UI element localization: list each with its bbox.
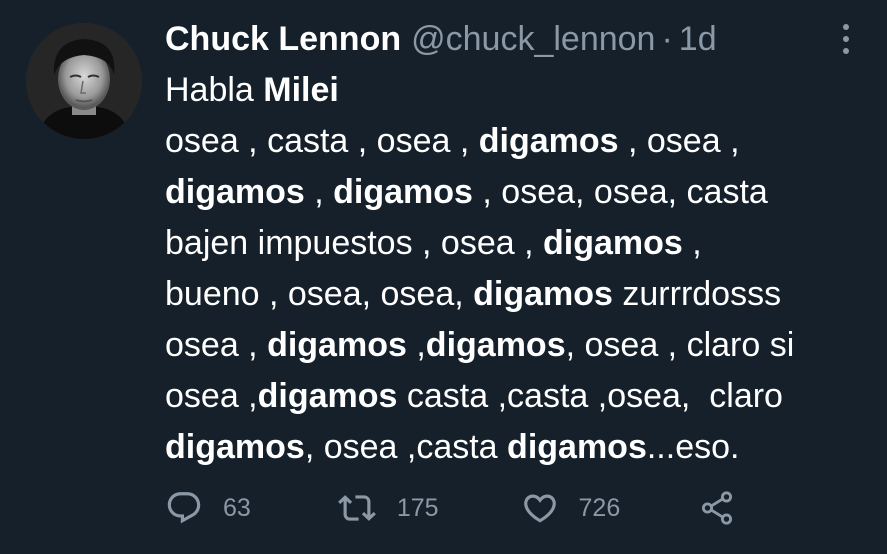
tweet-text-segment: osea ,: [165, 377, 258, 415]
tweet-text-line: digamos , digamos , osea, osea, casta: [165, 167, 865, 218]
more-dot: [843, 24, 849, 30]
tweet-text-bold: digamos: [473, 275, 613, 313]
tweet-text-segment: ,: [304, 173, 334, 211]
tweet-text-bold: digamos: [165, 173, 305, 211]
tweet[interactable]: Chuck Lennon @chuck_lennon · 1d Habla Mi…: [0, 0, 887, 554]
tweet-text-segment: ,: [682, 224, 702, 262]
tweet-text-bold: digamos: [267, 326, 407, 364]
tweet-text-segment: bueno , osea, osea,: [165, 275, 474, 313]
tweet-text-line: osea ,digamos casta ,casta ,osea, claro: [165, 371, 865, 422]
tweet-text-bold: digamos: [543, 224, 683, 262]
more-dot: [843, 48, 849, 54]
tweet-text-bold: digamos: [425, 326, 566, 364]
share-button[interactable]: [698, 489, 736, 527]
author-handle[interactable]: @chuck_lennon: [411, 17, 655, 61]
reply-count: 63: [223, 493, 251, 522]
like-count: 726: [578, 493, 621, 522]
more-options-icon[interactable]: [834, 24, 858, 54]
retweet-button[interactable]: 175: [337, 489, 439, 527]
tweet-text-segment: zurrrdosss: [612, 275, 782, 313]
more-dot: [843, 36, 849, 42]
tweet-text-segment: , osea ,casta: [304, 428, 508, 466]
like-button[interactable]: 726: [521, 489, 621, 527]
tweet-text-bold: Milei: [263, 71, 339, 109]
tweet-text-segment: ,: [406, 326, 426, 364]
tweet-header: Chuck Lennon @chuck_lennon · 1d: [165, 17, 717, 61]
tweet-text-segment: Habla: [165, 71, 264, 109]
tweet-timestamp[interactable]: 1d: [679, 17, 717, 61]
avatar-image: [26, 23, 142, 139]
tweet-text-line: bueno , osea, osea, digamos zurrrdosss: [165, 269, 865, 320]
reply-icon: [167, 492, 201, 524]
header-separator: ·: [661, 20, 673, 58]
retweet-icon: [337, 495, 376, 521]
tweet-text-line: Habla Milei: [165, 65, 865, 116]
tweet-text-segment: ...eso.: [646, 428, 740, 466]
tweet-text-segment: , osea , claro si: [565, 326, 795, 364]
tweet-text-segment: bajen impuestos , osea ,: [165, 224, 544, 262]
tweet-actions: 63 175 726: [165, 486, 736, 530]
retweet-count: 175: [396, 493, 439, 522]
tweet-text-bold: digamos: [257, 377, 398, 415]
tweet-text-line: bajen impuestos , osea , digamos ,: [165, 218, 865, 269]
avatar[interactable]: [26, 23, 142, 139]
tweet-text-line: osea , casta , osea , digamos , osea ,: [165, 116, 865, 167]
tweet-text-segment: , osea ,: [618, 122, 740, 160]
share-icon: [702, 491, 733, 525]
tweet-text-segment: osea , casta , osea ,: [165, 122, 479, 160]
tweet-text-line: osea , digamos ,digamos, osea , claro si: [165, 320, 865, 371]
tweet-text-segment: osea ,: [165, 326, 268, 364]
reply-button[interactable]: 63: [165, 489, 251, 527]
tweet-text-line: digamos, osea ,casta digamos...eso.: [165, 422, 865, 473]
tweet-text-bold: digamos: [507, 428, 647, 466]
heart-icon: [523, 494, 556, 523]
tweet-text: Habla Milei osea , casta , osea , digamos…: [165, 65, 865, 473]
tweet-text-bold: digamos: [165, 428, 305, 466]
tweet-text-bold: digamos: [478, 122, 619, 160]
tweet-text-segment: , osea, osea, casta: [472, 173, 768, 211]
author-name[interactable]: Chuck Lennon: [165, 17, 401, 61]
tweet-text-segment: casta ,casta ,osea, claro: [397, 377, 783, 415]
tweet-text-bold: digamos: [333, 173, 473, 211]
